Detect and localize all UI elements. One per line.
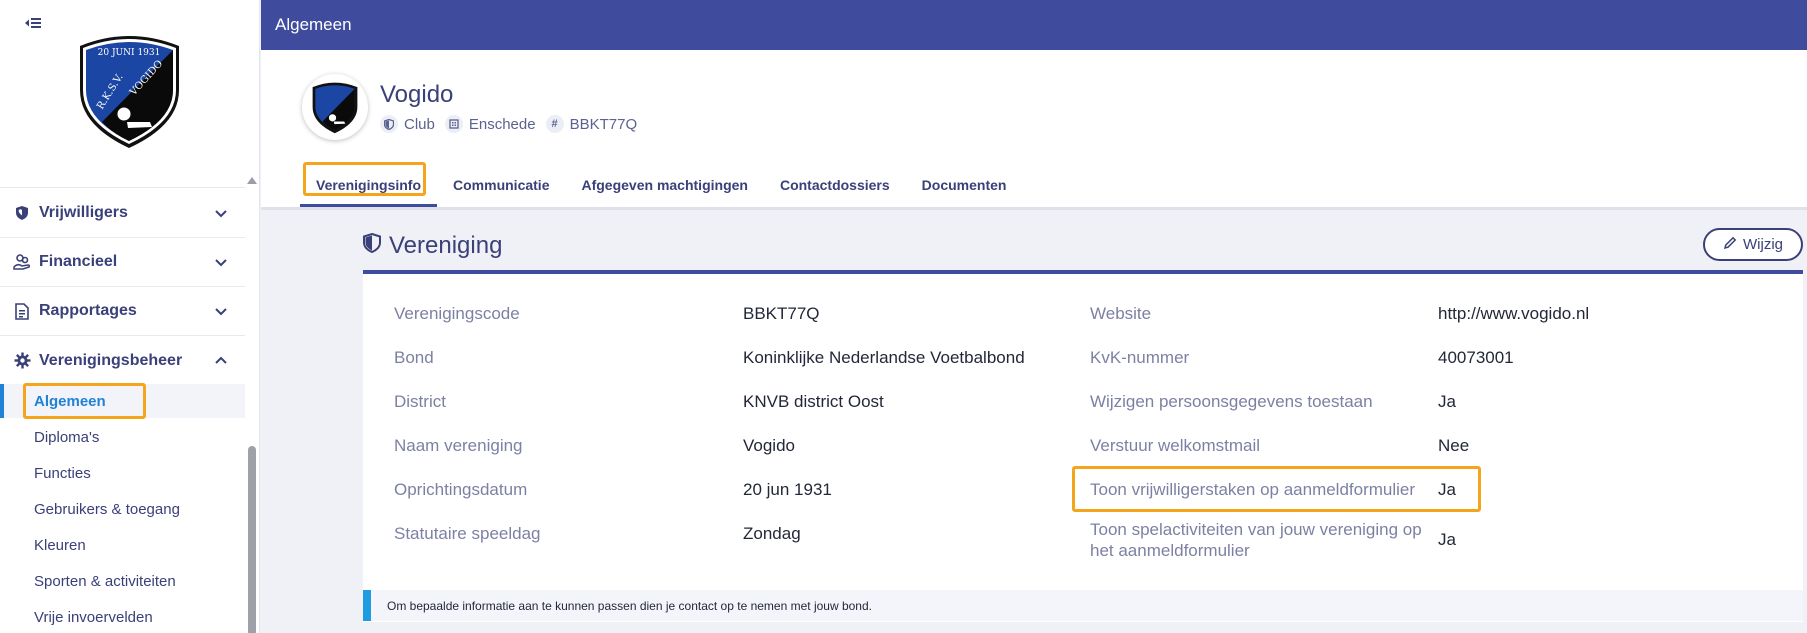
chevron-up-icon — [213, 353, 229, 369]
field-label-toon-spelactiviteiten-line1: Toon spelactiviteiten van jouw verenigin… — [1090, 520, 1422, 539]
field-value-toon-vrijwilligerstaken: Ja — [1438, 480, 1456, 499]
sidebar-item-gebruikers-toegang[interactable]: Gebruikers & toegang — [0, 492, 245, 526]
tab-documenten[interactable]: Documenten — [906, 163, 1023, 207]
hand-coins-icon — [13, 253, 31, 271]
meta-type-text: Club — [404, 115, 435, 133]
field-value-wijzigen-persoonsgegevens: Ja — [1438, 392, 1456, 411]
chevron-down-icon — [213, 303, 229, 319]
field-value-oprichtingsdatum: 20 jun 1931 — [743, 480, 832, 499]
shield-icon — [363, 232, 381, 260]
tab-verenigingsinfo[interactable]: Verenigingsinfo — [300, 163, 438, 207]
collapse-sidebar-icon[interactable] — [24, 15, 46, 33]
sidebar-section-verenigingsbeheer[interactable]: Verenigingsbeheer — [0, 336, 245, 385]
field-label-bond: Bond — [394, 348, 434, 367]
sidebar-item-label: Gebruikers & toegang — [34, 500, 180, 518]
field-label-statutaire-speeldag: Statutaire speeldag — [394, 524, 541, 543]
field-label-wijzigen-persoonsgegevens: Wijzigen persoonsgegevens toestaan — [1090, 392, 1373, 411]
field-value-naam-vereniging: Vogido — [743, 436, 795, 455]
chevron-down-icon — [213, 205, 229, 221]
pencil-icon — [1723, 236, 1737, 254]
hash-icon: # — [545, 115, 564, 133]
sidebar-section-label: Rapportages — [39, 302, 137, 319]
sidebar-item-label: Kleuren — [34, 536, 86, 554]
sidebar-item-functies[interactable]: Functies — [0, 456, 245, 490]
sidebar-item-vrije-invoervelden[interactable]: Vrije invoervelden — [0, 600, 245, 633]
chevron-down-icon — [213, 254, 229, 270]
field-label-kvk-nummer: KvK-nummer — [1090, 348, 1190, 367]
shield-heart-icon — [13, 204, 31, 222]
shield-icon — [380, 115, 398, 133]
tab-afgegeven-machtigingen[interactable]: Afgegeven machtigingen — [565, 163, 763, 207]
field-value-verstuur-welkomstmail: Nee — [1438, 436, 1470, 455]
field-value-statutaire-speeldag: Zondag — [743, 524, 801, 543]
field-label-verenigingscode: Verenigingscode — [394, 304, 520, 323]
sidebar-item-label: Vrije invoervelden — [34, 608, 153, 626]
field-value-toon-spelactiviteiten: Ja — [1438, 530, 1456, 549]
sidebar-item-label: Functies — [34, 464, 91, 482]
sidebar-section-vrijwilligers[interactable]: Vrijwilligers — [0, 189, 245, 238]
card-title-text: Vereniging — [389, 232, 503, 259]
meta-city: Enschede — [444, 115, 536, 133]
meta-type: Club — [380, 115, 435, 133]
sidebar-item-algemeen[interactable]: Algemeen — [0, 384, 245, 418]
field-value-kvk-nummer: 40073001 — [1438, 348, 1514, 367]
building-icon — [444, 115, 463, 133]
sidebar-item-label: Sporten & activiteiten — [34, 572, 176, 590]
field-value-verenigingscode: BBKT77Q — [743, 304, 820, 323]
card-title: Vereniging — [363, 232, 502, 260]
sidebar-item-label: Diploma's — [34, 428, 100, 446]
sidebar-section-label: Verenigingsbeheer — [39, 351, 183, 369]
page-title: Algemeen — [275, 15, 352, 34]
field-value-bond: Koninklijke Nederlandse Voetbalbond — [743, 348, 1025, 367]
sidebar-item-label: Algemeen — [34, 392, 106, 410]
club-avatar — [302, 74, 368, 140]
meta-code: # BBKT77Q — [545, 115, 638, 133]
sidebar-section-label: Vrijwilligers — [39, 204, 128, 221]
field-label-toon-spelactiviteiten-line2: het aanmeldformulier — [1090, 541, 1250, 560]
field-label-oprichtingsdatum: Oprichtingsdatum — [394, 480, 528, 499]
field-value-district: KNVB district Oost — [743, 392, 884, 411]
scroll-up-icon[interactable] — [247, 177, 257, 184]
topbar: Algemeen — [261, 0, 1807, 50]
sidebar-section-rapportages[interactable]: Rapportages — [0, 287, 245, 336]
tab-contactdossiers[interactable]: Contactdossiers — [764, 163, 906, 207]
header-divider — [261, 207, 1807, 210]
field-label-website: Website — [1090, 304, 1152, 323]
field-label-naam-vereniging: Naam vereniging — [394, 436, 523, 455]
card-header: Vereniging Wijzig — [363, 228, 1803, 268]
meta-code-text: BBKT77Q — [569, 115, 638, 133]
sidebar-section-financieel[interactable]: Financieel — [0, 238, 245, 287]
logo-date-text: 20 JUNI 1931 — [98, 48, 161, 58]
report-icon — [13, 302, 31, 320]
sidebar-item-kleuren[interactable]: Kleuren — [0, 528, 245, 562]
sidebar-divider — [0, 187, 245, 188]
tab-bar: Verenigingsinfo Communicatie Afgegeven m… — [300, 163, 1022, 207]
sidebar: 20 JUNI 1931 R.K.S.V. VOGIDO Vrijwillige… — [0, 0, 260, 633]
field-label-verstuur-welkomstmail: Verstuur welkomstmail — [1090, 436, 1261, 455]
edit-button-label: Wijzig — [1743, 236, 1783, 253]
meta-city-text: Enschede — [468, 115, 536, 133]
club-name: Vogido — [380, 81, 454, 108]
tab-communicatie[interactable]: Communicatie — [437, 163, 565, 207]
field-value-website[interactable]: http://www.vogido.nl — [1438, 304, 1589, 324]
sidebar-item-diplomas[interactable]: Diploma's — [0, 420, 245, 454]
sidebar-item-sporten-activiteiten[interactable]: Sporten & activiteiten — [0, 564, 245, 598]
scrollbar-thumb[interactable] — [248, 446, 256, 633]
edit-button[interactable]: Wijzig — [1703, 228, 1803, 261]
field-label-toon-vrijwilligerstaken: Toon vrijwilligerstaken op aanmeldformul… — [1090, 480, 1416, 499]
club-meta: Club Enschede # BBKT77Q — [380, 115, 637, 133]
gear-icon — [13, 352, 31, 370]
info-notice-text: Om bepaalde informatie aan te kunnen pas… — [387, 598, 872, 613]
info-notice: Om bepaalde informatie aan te kunnen pas… — [363, 590, 1803, 621]
club-logo: 20 JUNI 1931 R.K.S.V. VOGIDO — [72, 30, 187, 150]
sidebar-section-label: Financieel — [39, 253, 118, 270]
field-label-district: District — [394, 392, 446, 411]
